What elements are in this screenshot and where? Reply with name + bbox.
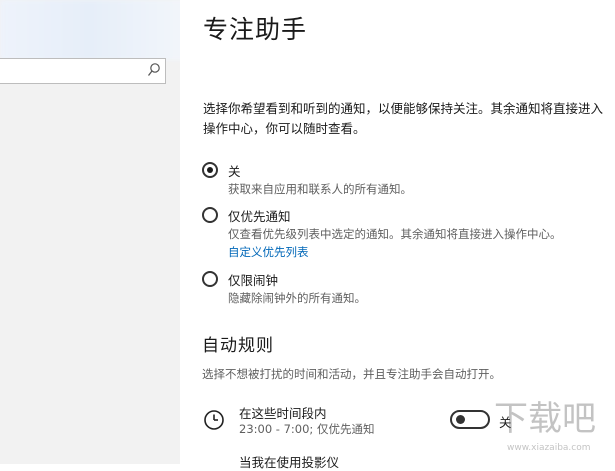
radio-alarms-only[interactable] bbox=[202, 271, 218, 287]
option-off-label: 关 bbox=[228, 164, 241, 179]
option-off-desc: 获取来自应用和联系人的所有通知。 bbox=[228, 182, 412, 196]
radio-priority-only[interactable] bbox=[202, 207, 218, 223]
option-priority-only-desc: 仅查看优先级列表中选定的通知。其余通知将直接进入操作中心。 bbox=[228, 227, 562, 241]
clock-icon bbox=[204, 410, 224, 430]
watermark-url: www.xiazaiba.com bbox=[507, 443, 591, 453]
toggle-knob bbox=[456, 415, 465, 424]
rule-toggle[interactable] bbox=[450, 410, 490, 429]
rule-subtitle: 23:00 - 7:00; 仅优先通知 bbox=[239, 422, 375, 436]
watermark-text: 下载吧 bbox=[494, 399, 596, 439]
auto-rules-title: 自动规则 bbox=[202, 336, 274, 356]
sidebar bbox=[0, 0, 180, 464]
option-priority-only-label: 仅优先通知 bbox=[228, 209, 291, 224]
customize-priority-list-link[interactable]: 自定义优先列表 bbox=[228, 244, 309, 260]
option-alarms-only-label: 仅限闹钟 bbox=[228, 273, 279, 288]
option-alarms-only-desc: 隐藏除闹钟外的所有通知。 bbox=[228, 291, 366, 305]
rule-using-projector[interactable]: 当我在使用投影仪 bbox=[239, 452, 339, 471]
auto-rules-desc: 选择不想被打扰的时间和活动，并且专注助手会自动打开。 bbox=[202, 367, 501, 381]
watermark-logo: 下载吧 www.xiazaiba.com bbox=[494, 399, 596, 453]
page-title: 专注助手 bbox=[203, 15, 308, 44]
search-icon[interactable] bbox=[147, 62, 161, 78]
radio-off[interactable] bbox=[202, 162, 218, 178]
page-description: 选择你希望看到和听到的通知，以便能够保持关注。其余通知将直接进入操作中心，你可以… bbox=[203, 101, 604, 136]
search-input[interactable] bbox=[0, 58, 166, 84]
sidebar-header-blur bbox=[0, 0, 180, 60]
rule-title: 在这些时间段内 bbox=[239, 406, 327, 421]
